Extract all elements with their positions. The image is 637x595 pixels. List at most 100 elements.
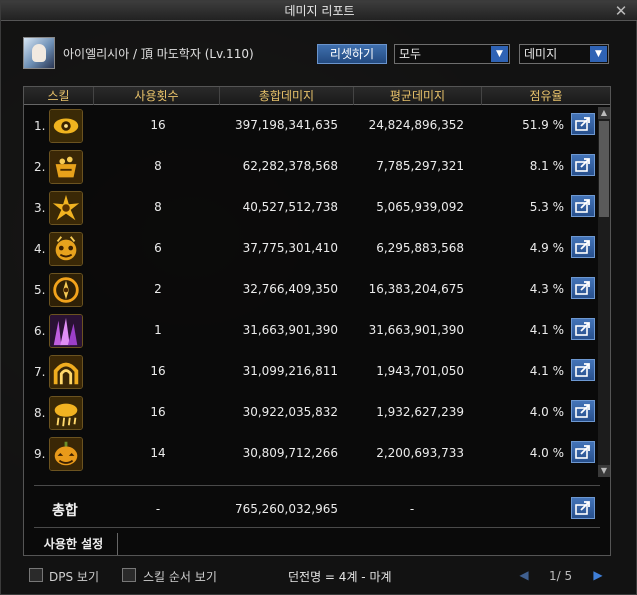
share-icon <box>575 158 590 172</box>
column-header-share: 점유율 <box>529 89 563 103</box>
row-average-damage: 5,065,939,092 <box>376 200 464 214</box>
scroll-down-icon[interactable]: ▼ <box>598 465 610 477</box>
damage-report-window: 데미지 리포트 ✕ 아이엘리시아 / 頂 마도학자 (Lv.110) 리셋하기 … <box>0 0 637 595</box>
table-row: 5. 2 32,766,409,350 16,383,204,675 4.3 % <box>24 271 596 308</box>
close-button[interactable]: ✕ <box>612 1 630 21</box>
row-rank: 8. <box>34 406 46 420</box>
table-row: 7. 16 31,099,216,811 1,943,701,050 4.1 % <box>24 353 596 390</box>
share-row-button[interactable] <box>571 441 595 463</box>
row-share: 51.9 % <box>522 118 564 132</box>
row-share: 4.1 % <box>529 323 564 337</box>
share-icon <box>575 404 590 418</box>
share-row-button[interactable] <box>571 154 595 176</box>
row-total-damage: 37,775,301,410 <box>242 241 338 255</box>
share-row-button[interactable] <box>571 400 595 422</box>
row-share: 4.0 % <box>529 446 564 460</box>
share-total-button[interactable] <box>571 497 595 519</box>
row-average-damage: 1,943,701,050 <box>376 364 464 378</box>
arch-skill-icon <box>49 355 83 389</box>
share-icon <box>575 240 590 254</box>
row-share: 4.0 % <box>529 405 564 419</box>
chevron-down-icon: ▼ <box>590 46 607 62</box>
dps-view-checkbox[interactable] <box>29 568 43 582</box>
reset-button[interactable]: 리셋하기 <box>317 44 387 64</box>
row-total-damage: 30,809,712,266 <box>242 446 338 460</box>
row-average-damage: 7,785,297,321 <box>376 159 464 173</box>
row-rank: 6. <box>34 324 46 338</box>
filter-dropdown-value: 모두 <box>399 47 422 61</box>
cloud-skill-icon <box>49 396 83 430</box>
burst-skill-icon <box>49 191 83 225</box>
column-header-skill: 스킬 <box>24 87 94 105</box>
dps-view-label: DPS 보기 <box>49 570 99 584</box>
row-uses: 16 <box>150 405 166 419</box>
row-average-damage: 1,932,627,239 <box>376 405 464 419</box>
row-uses: 1 <box>154 323 162 337</box>
share-icon <box>575 322 590 336</box>
share-icon <box>575 281 590 295</box>
table-row: 4. 6 37,775,301,410 6,295,883,568 4.9 % <box>24 230 596 267</box>
row-uses: 8 <box>154 159 162 173</box>
row-average-damage: 6,295,883,568 <box>376 241 464 255</box>
imp-skill-icon <box>49 232 83 266</box>
row-total-damage: 30,922,035,832 <box>242 405 338 419</box>
row-uses: 8 <box>154 200 162 214</box>
table-row: 8. 16 30,922,035,832 1,932,627,239 4.0 % <box>24 394 596 431</box>
tab-used-settings[interactable]: 사용한 설정 <box>30 533 118 555</box>
row-total-damage: 31,099,216,811 <box>242 364 338 378</box>
share-row-button[interactable] <box>571 113 595 135</box>
row-uses: 2 <box>154 282 162 296</box>
skill-order-label: 스킬 순서 보기 <box>143 570 217 584</box>
row-total-damage: 397,198,341,635 <box>234 118 338 132</box>
row-rank: 2. <box>34 160 46 174</box>
row-total-damage: 32,766,409,350 <box>242 282 338 296</box>
total-average: - <box>409 502 415 516</box>
share-row-button[interactable] <box>571 359 595 381</box>
share-row-button[interactable] <box>571 277 595 299</box>
share-icon <box>575 363 590 377</box>
total-label: 총합 <box>52 503 78 519</box>
row-rank: 7. <box>34 365 46 379</box>
total-damage: 765,260,032,965 <box>234 502 338 516</box>
prev-page-icon[interactable]: ◀ <box>517 568 531 582</box>
page-indicator: 1/ 5 <box>549 569 573 583</box>
window-title: 데미지 리포트 <box>284 4 355 18</box>
next-page-icon[interactable]: ▶ <box>591 568 605 582</box>
share-icon <box>575 445 590 459</box>
table-row: 2. 8 62,282,378,568 7,785,297,321 8.1 % <box>24 148 596 185</box>
share-row-button[interactable] <box>571 318 595 340</box>
row-total-damage: 40,527,512,738 <box>242 200 338 214</box>
title-bar[interactable]: 데미지 리포트 ✕ <box>1 1 637 21</box>
row-uses: 6 <box>154 241 162 255</box>
row-average-damage: 24,824,896,352 <box>368 118 464 132</box>
scroll-thumb[interactable] <box>599 121 609 217</box>
scroll-up-icon[interactable]: ▲ <box>598 107 610 119</box>
character-avatar <box>23 37 55 69</box>
row-uses: 16 <box>150 118 166 132</box>
total-uses: - <box>155 502 161 516</box>
column-header-average: 평균데미지 <box>354 87 482 105</box>
share-row-button[interactable] <box>571 195 595 217</box>
eye-skill-icon <box>49 109 83 143</box>
character-name: 아이엘리시아 / 頂 마도학자 (Lv.110) <box>63 47 254 61</box>
row-uses: 14 <box>150 446 166 460</box>
row-share: 4.1 % <box>529 364 564 378</box>
table-header: 스킬 사용횟수 총합데미지 평균데미지 점유율 <box>24 87 610 105</box>
row-rank: 9. <box>34 447 46 461</box>
divider <box>34 485 600 486</box>
table-scrollbar[interactable]: ▲ ▼ <box>598 107 610 477</box>
row-total-damage: 31,663,901,390 <box>242 323 338 337</box>
filter-dropdown[interactable]: 모두 ▼ <box>394 44 510 64</box>
footer-bar: DPS 보기 스킬 순서 보기 던전명 = 4계 - 마계 ◀ 1/ 5 ▶ <box>1 563 637 595</box>
share-icon <box>575 199 590 213</box>
row-rank: 4. <box>34 242 46 256</box>
row-share: 5.3 % <box>529 200 564 214</box>
cauldron-skill-icon <box>49 150 83 184</box>
metric-dropdown[interactable]: 데미지 ▼ <box>519 44 609 64</box>
share-row-button[interactable] <box>571 236 595 258</box>
metric-dropdown-value: 데미지 <box>524 47 558 61</box>
compass-skill-icon <box>49 273 83 307</box>
dungeon-status: 던전명 = 4계 - 마계 <box>288 570 392 584</box>
column-header-uses: 사용횟수 <box>94 87 220 105</box>
skill-order-checkbox[interactable] <box>122 568 136 582</box>
